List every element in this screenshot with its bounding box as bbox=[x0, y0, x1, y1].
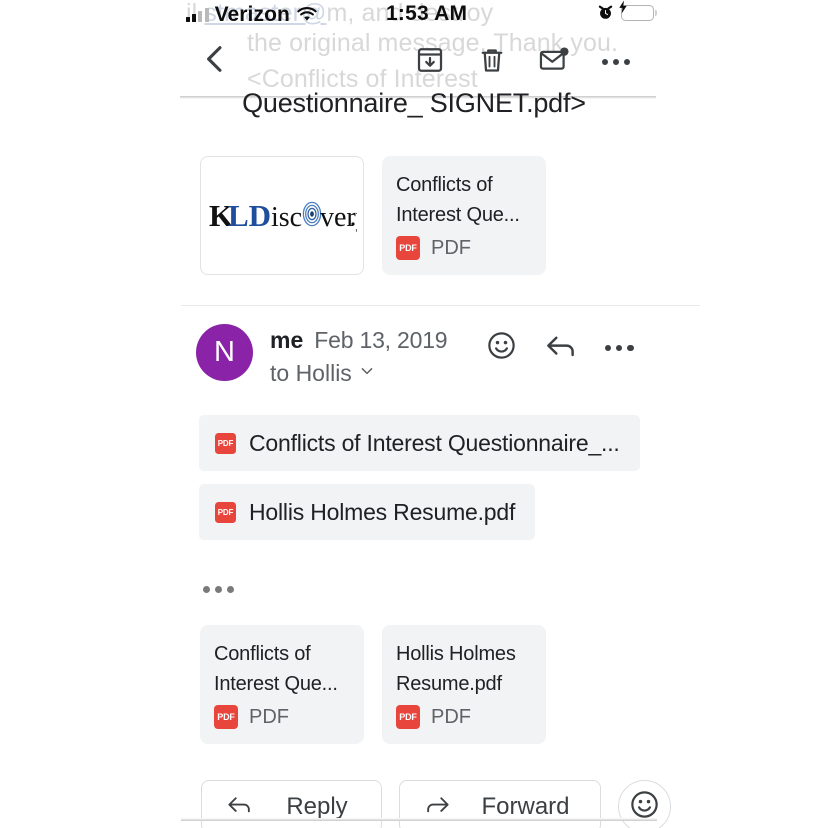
avatar[interactable]: N bbox=[196, 324, 253, 381]
inline-attachment-list: PDF Conflicts of Interest Questionnaire_… bbox=[0, 387, 828, 553]
reply-button[interactable] bbox=[544, 330, 578, 366]
message-more-options-button[interactable] bbox=[605, 344, 634, 352]
sender-meta: me Feb 13, 2019 to Hollis bbox=[270, 324, 448, 387]
expand-trimmed-content-button[interactable] bbox=[0, 553, 828, 593]
attachment-card-type: PDF bbox=[431, 705, 471, 728]
reply-arrow-icon bbox=[544, 336, 578, 365]
sender-name: me bbox=[270, 327, 304, 353]
archive-button[interactable] bbox=[410, 42, 450, 82]
svg-text:LD: LD bbox=[228, 198, 271, 233]
pdf-icon: PDF bbox=[396, 236, 420, 260]
bottom-divider bbox=[181, 818, 657, 821]
ios-status-bar: Verizon 1:53 AM bbox=[0, 0, 828, 30]
attachment-card-type: PDF bbox=[249, 705, 289, 728]
alarm-clock-icon bbox=[597, 4, 614, 21]
carrier-label: Verizon bbox=[214, 3, 290, 26]
attachment-card-type-row: PDF PDF bbox=[396, 705, 532, 729]
add-reaction-button[interactable] bbox=[486, 330, 517, 366]
recipient-label: to Hollis bbox=[270, 360, 352, 386]
message-footer-actions: Reply Forward bbox=[0, 744, 828, 828]
subject-overflow-line: Questionnaire_ SIGNET.pdf> bbox=[242, 88, 586, 118]
attachment-card-type-row: PDF PDF bbox=[214, 705, 350, 729]
email-thread-screen: il stmaster@m, and destroy the original … bbox=[0, 0, 828, 828]
chevron-down-icon bbox=[359, 363, 375, 384]
recipient-row[interactable]: to Hollis bbox=[270, 360, 447, 387]
attachment-card-filename: Hollis Holmes Resume.pdf bbox=[396, 643, 516, 695]
pdf-icon: PDF bbox=[215, 501, 236, 523]
wifi-icon bbox=[296, 7, 318, 23]
status-bar-clock: 1:53 AM bbox=[386, 2, 468, 25]
battery-charging-icon bbox=[619, 0, 658, 21]
svg-text:very: very bbox=[320, 202, 357, 233]
more-options-icon bbox=[605, 344, 634, 352]
message-header: N me Feb 13, 2019 to Hollis bbox=[0, 306, 828, 387]
pdf-icon: PDF bbox=[214, 705, 238, 729]
nav-action-group bbox=[410, 42, 636, 82]
attachment-card-filename: Conflicts of Interest Que... bbox=[396, 174, 520, 226]
list-item[interactable]: PDF Conflicts of Interest Questionnaire_… bbox=[199, 415, 640, 471]
status-bar-left: Verizon bbox=[186, 3, 318, 27]
message-date: Feb 13, 2019 bbox=[314, 327, 448, 353]
expand-trimmed-content-icon bbox=[203, 586, 828, 593]
forward-arrow-icon bbox=[424, 792, 451, 822]
attachment-card-type: PDF bbox=[431, 236, 471, 259]
list-item[interactable]: PDF Hollis Holmes Resume.pdf bbox=[199, 484, 536, 540]
delete-button[interactable] bbox=[472, 42, 512, 82]
back-chevron-icon bbox=[198, 42, 232, 81]
reply-arrow-icon bbox=[226, 792, 253, 822]
status-bar-right bbox=[597, 0, 658, 21]
thread-body: K LD isc very Conflicts of Interest Que.… bbox=[0, 120, 828, 828]
message-action-group bbox=[486, 330, 634, 366]
back-button[interactable] bbox=[194, 40, 236, 82]
top-attachment-cards: K LD isc very Conflicts of Interest Que.… bbox=[0, 120, 828, 275]
kldiscovery-logo: K LD isc very bbox=[209, 198, 357, 233]
mark-unread-envelope-icon bbox=[538, 45, 570, 80]
archive-icon bbox=[415, 45, 445, 80]
attachment-card-filename: Conflicts of Interest Que... bbox=[214, 643, 338, 695]
emoji-smiley-icon bbox=[486, 332, 517, 365]
forward-label: Forward bbox=[481, 792, 570, 820]
trash-icon bbox=[477, 45, 507, 80]
pdf-icon: PDF bbox=[215, 432, 236, 454]
attachment-card-image[interactable]: K LD isc very bbox=[200, 156, 364, 275]
pdf-icon: PDF bbox=[396, 705, 420, 729]
email-nav-toolbar bbox=[0, 34, 828, 92]
svg-text:isc: isc bbox=[271, 202, 302, 233]
reply-label: Reply bbox=[286, 792, 348, 820]
inline-attachment-name: Conflicts of Interest Questionnaire_... bbox=[249, 429, 620, 456]
sender-name-row: me Feb 13, 2019 bbox=[270, 327, 448, 354]
attachment-card-file[interactable]: Conflicts of Interest Que... PDF PDF bbox=[200, 625, 364, 744]
more-options-button[interactable] bbox=[596, 42, 636, 82]
cellular-bars-icon bbox=[186, 8, 209, 22]
attachment-card-file[interactable]: Hollis Holmes Resume.pdf PDF PDF bbox=[382, 625, 546, 744]
attachment-card-file[interactable]: Conflicts of Interest Que... PDF PDF bbox=[382, 156, 546, 275]
inline-attachment-name: Hollis Holmes Resume.pdf bbox=[249, 498, 516, 525]
mark-unread-button[interactable] bbox=[534, 42, 574, 82]
bottom-attachment-cards: Conflicts of Interest Que... PDF PDF Hol… bbox=[0, 593, 828, 744]
attachment-card-type-row: PDF PDF bbox=[396, 236, 532, 260]
more-options-icon bbox=[601, 58, 631, 66]
